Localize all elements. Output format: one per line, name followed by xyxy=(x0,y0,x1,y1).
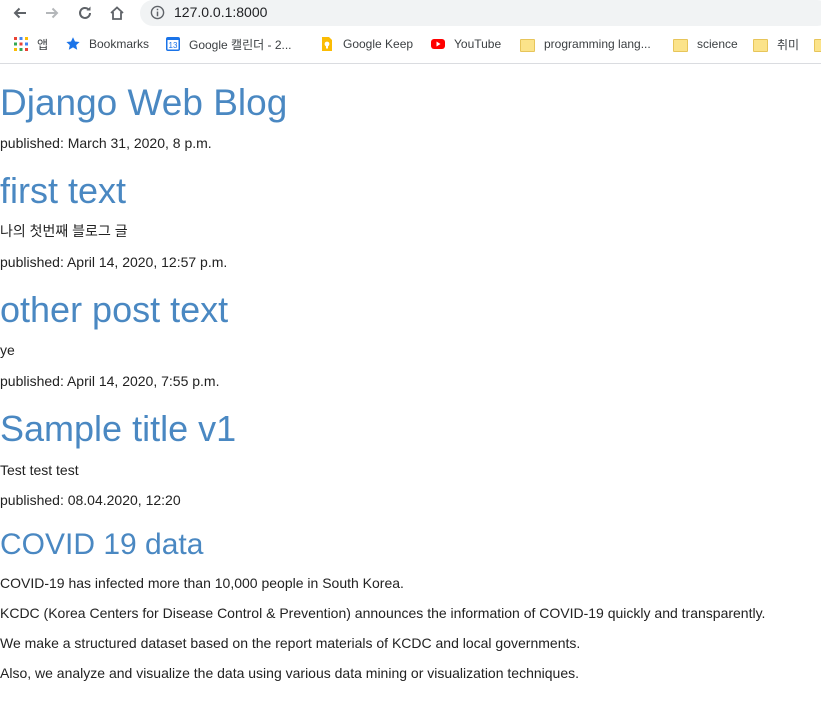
bookmark-label: YouTube xyxy=(454,37,502,51)
apps-grid-icon xyxy=(13,36,29,52)
bookmark-bookmarks[interactable]: Bookmarks xyxy=(65,33,149,55)
folder-icon xyxy=(520,36,536,52)
address-bar[interactable]: 127.0.0.1:8000 xyxy=(140,0,821,26)
browser-toolbar: 127.0.0.1:8000 xyxy=(0,0,821,26)
youtube-icon xyxy=(430,36,446,52)
bookmark-google-calendar[interactable]: 13 Google 캘린더 - 2... xyxy=(165,33,292,55)
url-text[interactable]: 127.0.0.1:8000 xyxy=(174,4,267,20)
bookmark-label: programming lang... xyxy=(544,37,651,51)
back-arrow-icon xyxy=(13,7,26,19)
bookmark-folder-programming[interactable]: programming lang... xyxy=(520,33,651,55)
bookmark-label: Bookmarks xyxy=(89,37,150,51)
forward-button[interactable] xyxy=(40,1,64,25)
blog-title-link[interactable]: Django Web Blog xyxy=(0,81,287,125)
post-body: We make a structured dataset based on th… xyxy=(0,635,581,651)
bookmark-label: Google 캘린더 - 2... xyxy=(189,37,292,52)
bookmark-label: 앱 xyxy=(37,37,49,52)
google-calendar-icon: 13 xyxy=(165,36,181,52)
home-icon xyxy=(110,6,124,20)
post-body: Also, we analyze and visualize the data … xyxy=(0,665,580,681)
post-body: ye xyxy=(0,342,15,358)
site-info-icon[interactable] xyxy=(150,5,165,20)
home-button[interactable] xyxy=(105,1,129,25)
post-title-link[interactable]: Sample title v1 xyxy=(0,408,236,450)
bookmark-folder-science[interactable]: science xyxy=(673,33,738,55)
reload-icon xyxy=(79,6,91,19)
folder-icon xyxy=(814,36,821,52)
bookmark-apps[interactable]: 앱 xyxy=(13,33,48,55)
bookmark-folder-overflow[interactable] xyxy=(814,33,821,55)
blog-published-date: published: March 31, 2020, 8 p.m. xyxy=(0,135,212,151)
bookmark-label: Google Keep xyxy=(343,37,414,51)
post-published-date: published: April 14, 2020, 12:57 p.m. xyxy=(0,254,228,270)
browser-chrome: 127.0.0.1:8000 앱 Bookmarks 13 Google 캘린더… xyxy=(0,0,821,64)
post-body: COVID-19 has infected more than 10,000 p… xyxy=(0,575,404,591)
folder-icon xyxy=(673,36,689,52)
post-title-link[interactable]: COVID 19 data xyxy=(0,527,203,563)
bookmark-youtube[interactable]: YouTube xyxy=(430,33,501,55)
google-keep-icon xyxy=(319,36,335,52)
back-button[interactable] xyxy=(8,1,32,25)
post-body: 나의 첫번째 블로그 글 xyxy=(0,223,128,239)
bookmarks-bar: 앱 Bookmarks 13 Google 캘린더 - 2... Google … xyxy=(0,33,821,55)
post-body: Test test test xyxy=(0,462,79,478)
post-body: KCDC (Korea Centers for Disease Control … xyxy=(0,605,766,621)
reload-button[interactable] xyxy=(73,1,97,25)
bookmark-folder-hobby[interactable]: 취미 xyxy=(753,33,799,55)
post-published-date: published: April 14, 2020, 7:55 p.m. xyxy=(0,373,220,389)
bookmark-google-keep[interactable]: Google Keep xyxy=(319,33,413,55)
forward-arrow-icon xyxy=(46,7,59,19)
folder-icon xyxy=(753,36,769,52)
bookmark-label: 취미 xyxy=(777,37,800,52)
post-published-date: published: 08.04.2020, 12:20 xyxy=(0,492,181,508)
post-title-link[interactable]: first text xyxy=(0,170,126,212)
bookmark-label: science xyxy=(697,37,738,51)
post-title-link[interactable]: other post text xyxy=(0,289,228,331)
svg-text:13: 13 xyxy=(169,41,178,50)
star-icon xyxy=(65,36,81,52)
